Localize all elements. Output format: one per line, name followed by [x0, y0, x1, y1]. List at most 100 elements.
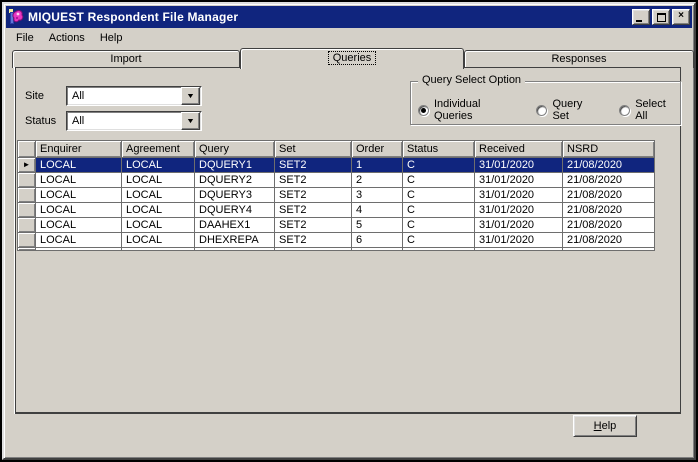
grid-cell[interactable]: SET2 [275, 233, 352, 248]
site-combobox-dropdown-button[interactable]: ▼ [181, 87, 200, 105]
query-grid-table: EnquirerAgreementQuerySetOrderStatusRece… [17, 140, 655, 251]
grid-cell[interactable]: 21/08/2020 [563, 188, 655, 203]
radio-label: Individual Queries [434, 98, 514, 122]
maximize-button[interactable] [652, 9, 670, 25]
screen: MIQUEST Respondent File Manager × File A… [0, 0, 698, 462]
grid-cell[interactable]: 31/01/2020 [475, 233, 563, 248]
row-selector-cell[interactable] [18, 203, 36, 218]
tab-responses[interactable]: Responses [464, 50, 694, 68]
tab-import[interactable]: Import [12, 50, 240, 68]
tab-import-label: Import [106, 53, 145, 65]
menu-help[interactable]: Help [93, 30, 131, 46]
grid-cell[interactable]: 2 [352, 173, 403, 188]
row-selector-cell[interactable] [18, 218, 36, 233]
row-selector-cell[interactable] [18, 188, 36, 203]
status-label: Status [25, 115, 56, 127]
queries-tab-panel: Site All ▼ Status All ▼ Query Select Opt… [15, 67, 681, 414]
query-select-radio-row: Individual Queries Query Set Select All [418, 98, 676, 122]
grid-cell[interactable]: 21/08/2020 [563, 158, 655, 173]
grid-cell[interactable]: DQUERY1 [195, 158, 275, 173]
site-combobox-value: All [67, 90, 181, 102]
grid-cell[interactable]: SET2 [275, 218, 352, 233]
grid-cell[interactable]: DQUERY4 [195, 203, 275, 218]
grid-cell[interactable]: C [403, 233, 475, 248]
row-selector-cell[interactable]: ► [18, 158, 36, 173]
grid-cell[interactable]: DQUERY2 [195, 173, 275, 188]
grid-cell[interactable]: LOCAL [36, 233, 122, 248]
grid-column-header-received: Received [475, 141, 563, 158]
grid-cell[interactable]: LOCAL [122, 173, 195, 188]
grid-cell[interactable]: LOCAL [122, 233, 195, 248]
minimize-button[interactable] [632, 9, 650, 25]
grid-cell[interactable]: LOCAL [36, 173, 122, 188]
grid-cell[interactable]: LOCAL [36, 188, 122, 203]
row-selector-cell[interactable] [18, 173, 36, 188]
site-combobox[interactable]: All ▼ [66, 86, 202, 106]
help-button[interactable]: Help [573, 415, 637, 437]
minimize-icon [636, 20, 642, 22]
title-bar: MIQUEST Respondent File Manager × [6, 6, 692, 28]
chevron-down-icon: ▼ [186, 118, 195, 125]
grid-cell[interactable]: C [403, 173, 475, 188]
grid-row[interactable]: LOCALLOCALDQUERY4SET24C31/01/202021/08/2… [18, 203, 655, 218]
grid-cell[interactable]: 31/01/2020 [475, 173, 563, 188]
app-icon [9, 9, 25, 25]
grid-cell[interactable]: LOCAL [36, 203, 122, 218]
menu-file[interactable]: File [9, 30, 42, 46]
close-button[interactable]: × [672, 9, 690, 25]
grid-cell[interactable]: C [403, 158, 475, 173]
grid-row[interactable]: LOCALLOCALDQUERY3SET23C31/01/202021/08/2… [18, 188, 655, 203]
radio-option-select-all[interactable]: Select All [619, 98, 676, 122]
grid-cell[interactable]: 31/01/2020 [475, 158, 563, 173]
grid-cell[interactable]: SET2 [275, 158, 352, 173]
tab-queries[interactable]: Queries [240, 48, 464, 69]
grid-cell[interactable]: 4 [352, 203, 403, 218]
grid-cell[interactable]: 31/01/2020 [475, 203, 563, 218]
radio-button-icon[interactable] [619, 105, 630, 116]
grid-cell[interactable]: DQUERY3 [195, 188, 275, 203]
grid-cell[interactable]: SET2 [275, 203, 352, 218]
grid-column-header-agreement: Agreement [122, 141, 195, 158]
grid-cell[interactable]: 6 [352, 233, 403, 248]
row-selector-cell[interactable] [18, 233, 36, 248]
grid-cell[interactable]: LOCAL [36, 218, 122, 233]
grid-row[interactable]: LOCALLOCALDAAHEX1SET25C31/01/202021/08/2… [18, 218, 655, 233]
grid-cell[interactable]: C [403, 188, 475, 203]
grid-cell[interactable]: SET2 [275, 188, 352, 203]
menu-actions[interactable]: Actions [42, 30, 93, 46]
grid-row[interactable]: LOCALLOCALDHEXREPASET26C31/01/202021/08/… [18, 233, 655, 248]
grid-cell[interactable]: 3 [352, 188, 403, 203]
grid-row[interactable]: ►LOCALLOCALDQUERY1SET21C31/01/202021/08/… [18, 158, 655, 173]
query-select-option-legend: Query Select Option [418, 74, 525, 86]
grid-cell[interactable]: DAAHEX1 [195, 218, 275, 233]
radio-button-icon[interactable] [536, 105, 547, 116]
grid-cell[interactable]: LOCAL [122, 203, 195, 218]
grid-column-header-nsrd: NSRD [563, 141, 655, 158]
grid-cell[interactable]: LOCAL [36, 158, 122, 173]
grid-cell[interactable]: C [403, 218, 475, 233]
grid-cell[interactable]: SET2 [275, 173, 352, 188]
grid-cell[interactable]: DHEXREPA [195, 233, 275, 248]
grid-row[interactable]: LOCALLOCALDQUERY2SET22C31/01/202021/08/2… [18, 173, 655, 188]
grid-cell[interactable]: 21/08/2020 [563, 233, 655, 248]
grid-corner-cell [18, 141, 36, 158]
radio-button-icon[interactable] [418, 105, 429, 116]
grid-cell[interactable]: LOCAL [122, 188, 195, 203]
grid-cell[interactable]: 21/08/2020 [563, 218, 655, 233]
grid-cell[interactable]: 21/08/2020 [563, 203, 655, 218]
grid-cell[interactable]: LOCAL [122, 158, 195, 173]
grid-cell[interactable]: 31/01/2020 [475, 188, 563, 203]
grid-column-header-enquirer: Enquirer [36, 141, 122, 158]
grid-cell[interactable]: 1 [352, 158, 403, 173]
grid-partial-row [18, 248, 655, 251]
grid-cell[interactable]: LOCAL [122, 218, 195, 233]
site-label: Site [25, 90, 44, 102]
grid-cell[interactable]: 31/01/2020 [475, 218, 563, 233]
status-combobox[interactable]: All ▼ [66, 111, 202, 131]
radio-option-query-set[interactable]: Query Set [536, 98, 597, 122]
radio-option-individual-queries[interactable]: Individual Queries [418, 98, 514, 122]
grid-cell[interactable]: 5 [352, 218, 403, 233]
grid-cell[interactable]: 21/08/2020 [563, 173, 655, 188]
grid-cell[interactable]: C [403, 203, 475, 218]
status-combobox-dropdown-button[interactable]: ▼ [181, 112, 200, 130]
